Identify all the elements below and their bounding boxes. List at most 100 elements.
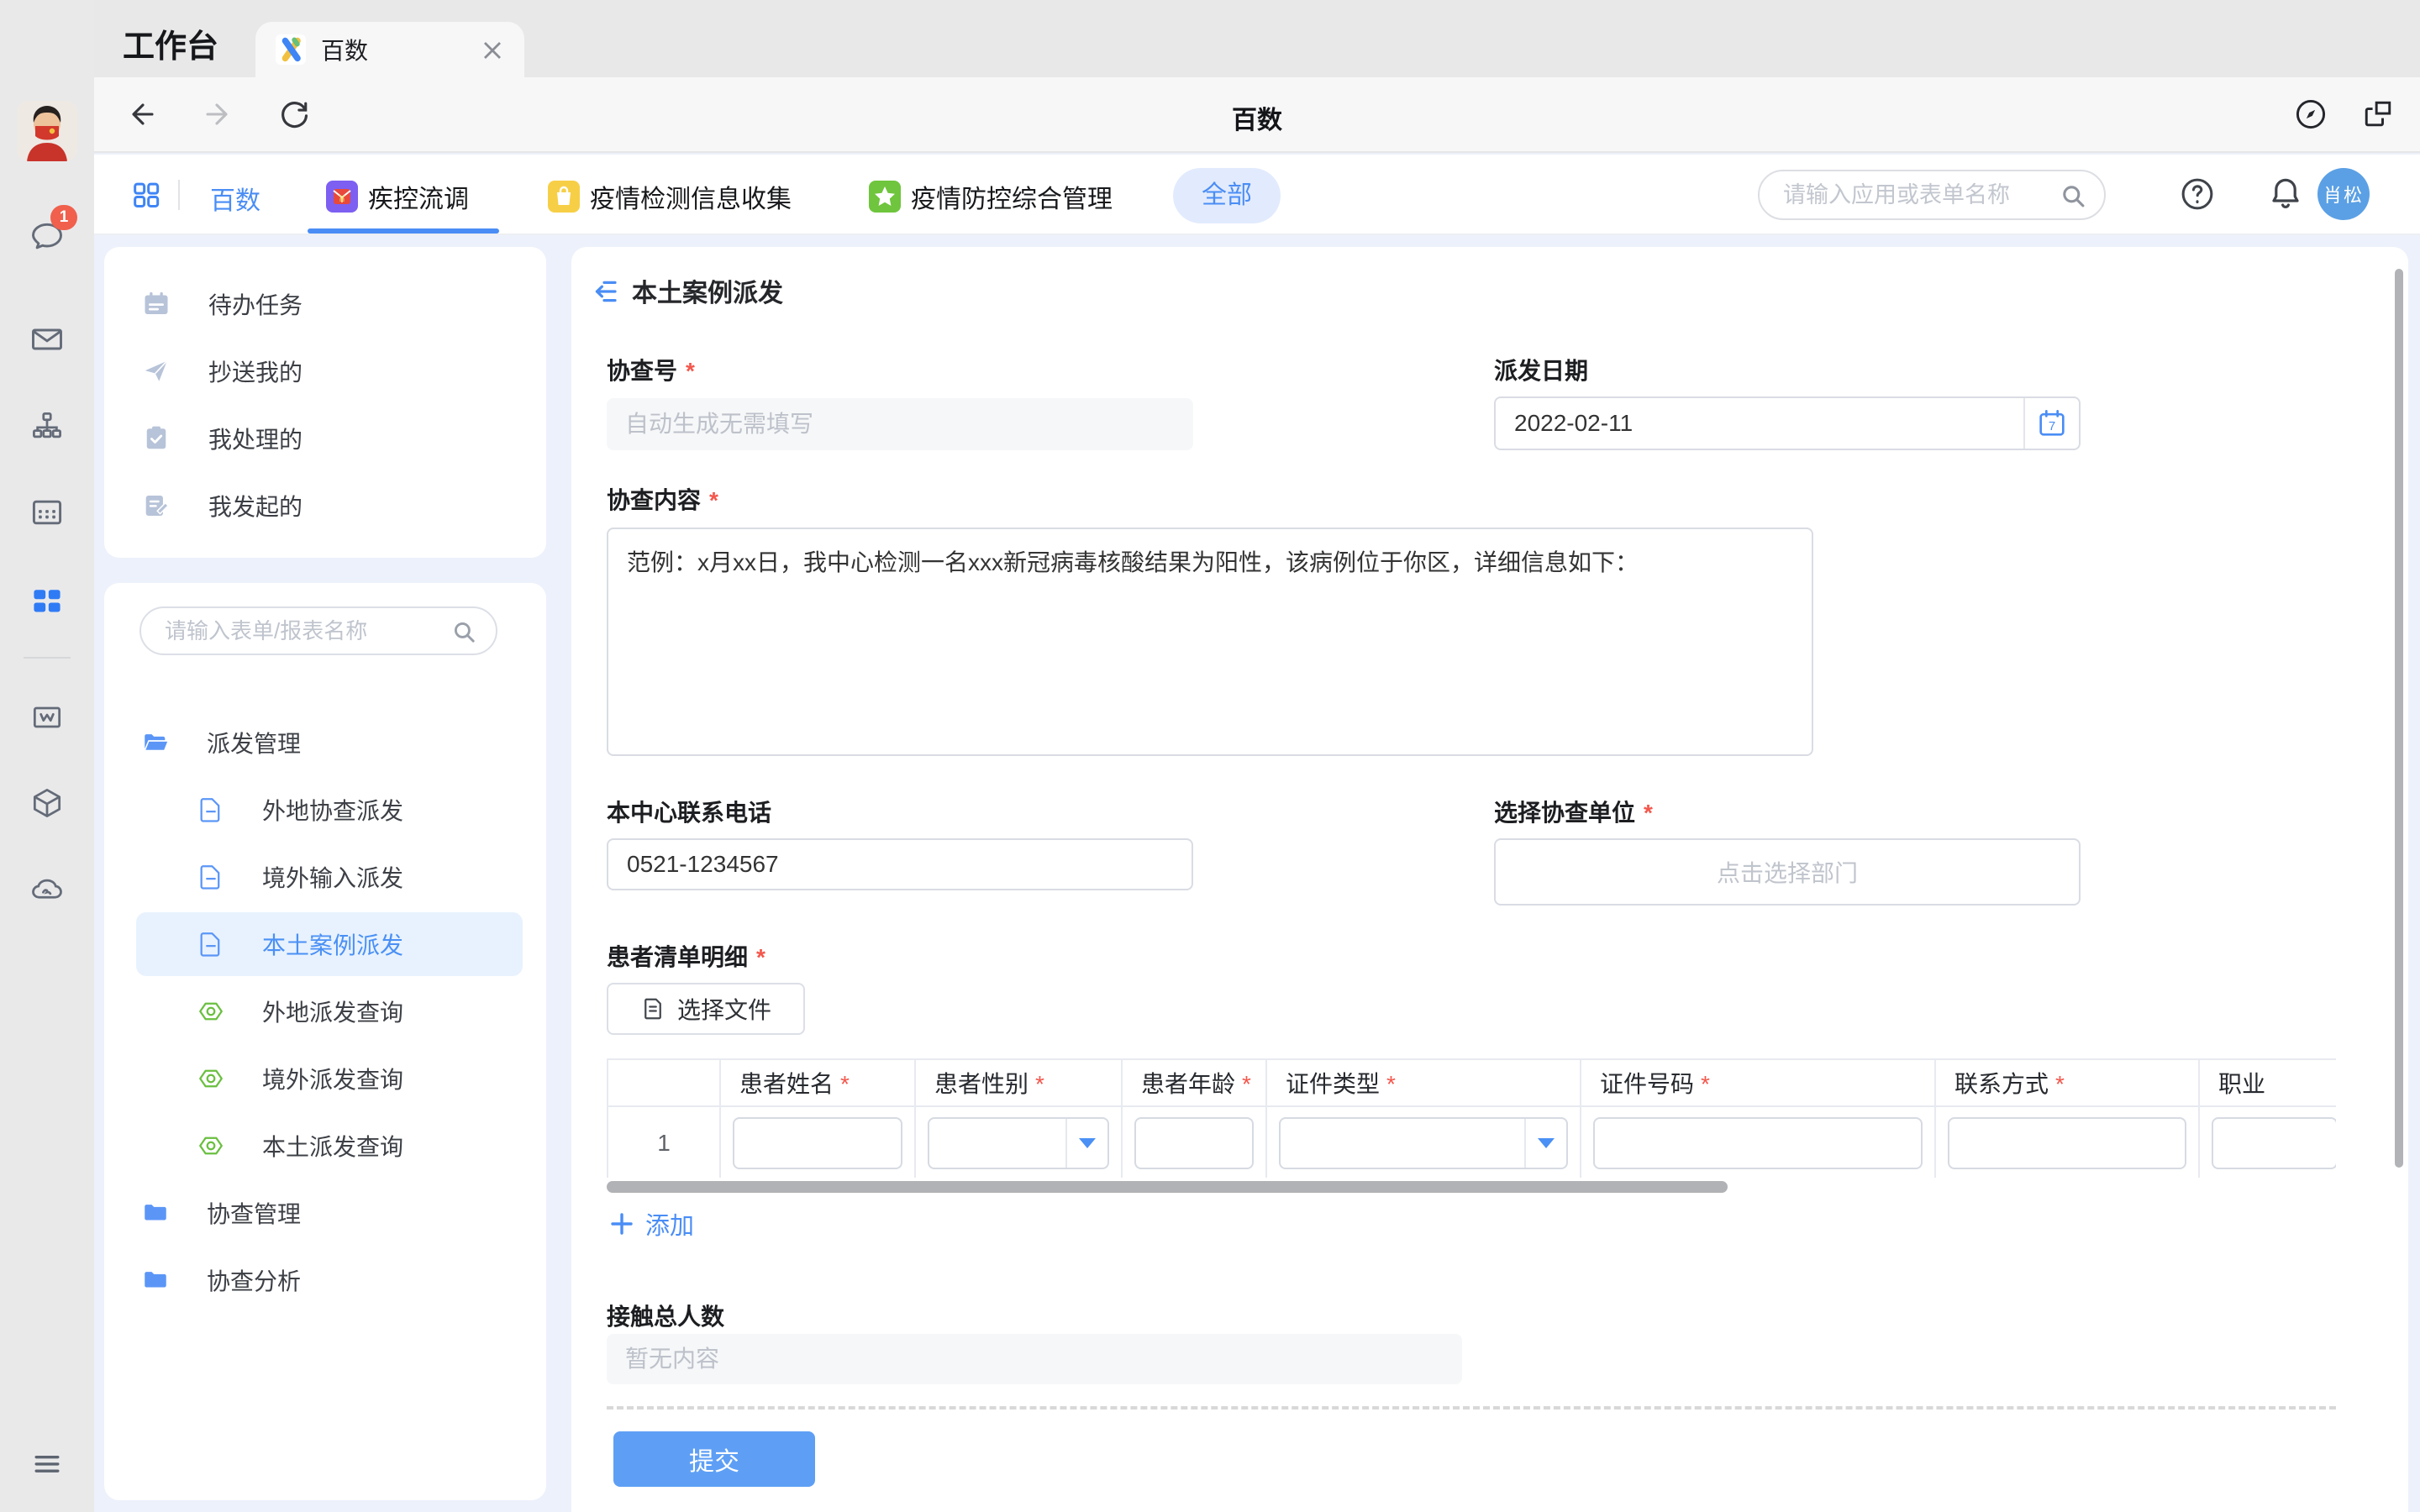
form-search-box[interactable] <box>139 606 497 655</box>
col-id-number: 证件号码 <box>1600 1071 1710 1097</box>
app-search-input[interactable] <box>1783 171 2049 218</box>
plus-icon <box>610 1212 634 1236</box>
fangkong-app-icon <box>869 181 901 213</box>
tree-item-overseas-dispatch-query[interactable]: 境外派发查询 <box>104 1045 546 1112</box>
tree-folder-inquiry-management[interactable]: 协查管理 <box>104 1179 546 1247</box>
dispatch-date-field[interactable]: 7 <box>1494 396 2081 450</box>
center-phone-input[interactable] <box>607 838 1193 890</box>
patient-age-input[interactable] <box>1134 1117 1254 1169</box>
browser-tab[interactable]: 百数 <box>255 22 524 77</box>
add-row-button[interactable]: 添加 <box>610 1206 694 1242</box>
nav-app-yiqing-fangkong[interactable]: 疫情防控综合管理 <box>869 178 1113 215</box>
nav-all-apps[interactable]: 全部 <box>1173 168 1281 223</box>
folder-icon <box>141 1199 170 1227</box>
help-icon[interactable] <box>2178 175 2217 213</box>
cloud-call-icon[interactable] <box>29 872 66 909</box>
folder-icon <box>141 1266 170 1294</box>
inquiry-unit-label: 选择协查单位 <box>1494 795 1653 828</box>
nav-home-baishu[interactable]: 百数 <box>210 180 260 217</box>
form-tree-card: 派发管理 外地协查派发 境外输入派发 <box>104 583 546 1500</box>
notifications-bell-icon[interactable] <box>2265 173 2306 213</box>
patient-gender-select[interactable] <box>928 1117 1109 1169</box>
patient-name-input[interactable] <box>733 1117 902 1169</box>
svg-text:¥: ¥ <box>339 192 345 205</box>
chevron-down-icon <box>1079 1138 1096 1148</box>
task-item-label: 我处理的 <box>208 422 302 455</box>
apps-grid-icon[interactable] <box>129 178 163 212</box>
file-doc-icon <box>640 996 666 1021</box>
workspace: 待办任务 抄送我的 我处理的 <box>94 235 2420 1512</box>
todo-calendar-icon <box>141 289 171 319</box>
nav-app-label: 疾控流调 <box>368 178 469 215</box>
contact-total-label: 接触总人数 <box>607 1299 724 1332</box>
choose-file-button[interactable]: 选择文件 <box>607 983 805 1035</box>
w-doc-app-icon[interactable] <box>29 699 66 736</box>
occupation-input[interactable] <box>2212 1117 2336 1169</box>
nav-app-jikong-liudiao[interactable]: ¥ 疾控流调 <box>326 178 469 215</box>
dispatch-date-input[interactable] <box>1496 398 2022 449</box>
baishu-favicon <box>276 34 306 65</box>
nav-app-label: 疫情防控综合管理 <box>911 178 1113 215</box>
patient-table: 患者姓名 患者性别 患者年龄 证件类型 证件号码 联系方式 职业 1 <box>607 1058 2336 1178</box>
task-menu-card: 待办任务 抄送我的 我处理的 <box>104 247 546 558</box>
contact-input[interactable] <box>1948 1117 2186 1169</box>
inquiry-content-textarea[interactable]: 范例：x月xx日，我中心检测一名xxx新冠病毒核酸结果为阳性，该病例位于你区，详… <box>607 528 1813 756</box>
task-item-cc-me[interactable]: 抄送我的 <box>104 338 546 405</box>
workbench-apps-icon[interactable] <box>29 583 66 620</box>
eye-query-icon <box>197 997 225 1026</box>
compass-icon[interactable] <box>2292 96 2329 133</box>
tree-folder-dispatch-management[interactable]: 派发管理 <box>104 709 546 776</box>
form-divider <box>607 1406 2336 1410</box>
tree-item-outland-inquiry-dispatch[interactable]: 外地协查派发 <box>104 776 546 843</box>
vertical-scrollbar[interactable] <box>2395 269 2403 1168</box>
tree-item-outland-dispatch-query[interactable]: 外地派发查询 <box>104 978 546 1045</box>
collapse-panel-icon[interactable] <box>592 277 620 306</box>
open-window-icon[interactable] <box>2360 96 2396 133</box>
inquiry-no-input[interactable] <box>607 398 1193 450</box>
id-type-select[interactable] <box>1279 1117 1568 1169</box>
avatar-image <box>17 101 77 161</box>
page-title: 百数 <box>94 99 2420 136</box>
select-zone[interactable] <box>1065 1119 1107 1168</box>
form-search-input[interactable] <box>165 608 434 654</box>
tree-folder-inquiry-analysis[interactable]: 协查分析 <box>104 1247 546 1314</box>
tree-item-local-dispatch-query[interactable]: 本土派发查询 <box>104 1112 546 1179</box>
calendar-board-icon[interactable] <box>29 494 66 531</box>
row-number-header <box>608 1059 720 1106</box>
inquiry-content-label: 协查内容 <box>607 482 718 516</box>
workspace-title: 工作台 <box>123 20 218 66</box>
svg-text:7: 7 <box>2049 419 2055 433</box>
task-item-label: 我发起的 <box>208 489 302 522</box>
task-item-processed[interactable]: 我处理的 <box>104 405 546 472</box>
mail-icon[interactable] <box>29 321 66 358</box>
task-item-label: 抄送我的 <box>208 354 302 388</box>
nav-app-yiqing-jiance[interactable]: 疫情检测信息收集 <box>548 178 792 215</box>
tab-close-icon[interactable] <box>481 38 504 61</box>
user-avatar[interactable] <box>17 101 77 161</box>
scrollbar-thumb[interactable] <box>607 1181 1728 1193</box>
form-tree: 派发管理 外地协查派发 境外输入派发 <box>104 709 546 1314</box>
tree-item-overseas-input-dispatch[interactable]: 境外输入派发 <box>104 843 546 911</box>
inquiry-unit-picker[interactable]: 点击选择部门 <box>1494 838 2081 906</box>
task-item-initiated[interactable]: 我发起的 <box>104 472 546 539</box>
task-item-todo[interactable]: 待办任务 <box>104 270 546 338</box>
active-tab-underline <box>308 228 499 234</box>
tab-title: 百数 <box>321 33 368 66</box>
user-badge[interactable]: 肖松 <box>2317 168 2370 220</box>
eye-query-icon <box>197 1131 225 1160</box>
cube-app-icon[interactable] <box>29 785 66 822</box>
app-search-box[interactable] <box>1758 170 2106 220</box>
calendar-icon[interactable]: 7 <box>2035 407 2069 440</box>
patient-table-row: 1 <box>608 1106 2336 1178</box>
contact-total-input[interactable] <box>607 1334 1462 1384</box>
tree-item-local-case-dispatch[interactable]: 本土案例派发 <box>104 911 546 978</box>
secondary-sidebar: 待办任务 抄送我的 我处理的 <box>104 247 546 1500</box>
submit-button[interactable]: 提交 <box>613 1431 815 1487</box>
org-chart-icon[interactable] <box>29 408 66 445</box>
jikong-app-icon: ¥ <box>326 181 358 213</box>
id-number-input[interactable] <box>1593 1117 1923 1169</box>
select-zone[interactable] <box>1524 1119 1566 1168</box>
choose-file-label: 选择文件 <box>677 992 771 1026</box>
table-horizontal-scrollbar[interactable] <box>607 1181 2336 1193</box>
menu-hamburger-icon[interactable] <box>29 1445 66 1482</box>
